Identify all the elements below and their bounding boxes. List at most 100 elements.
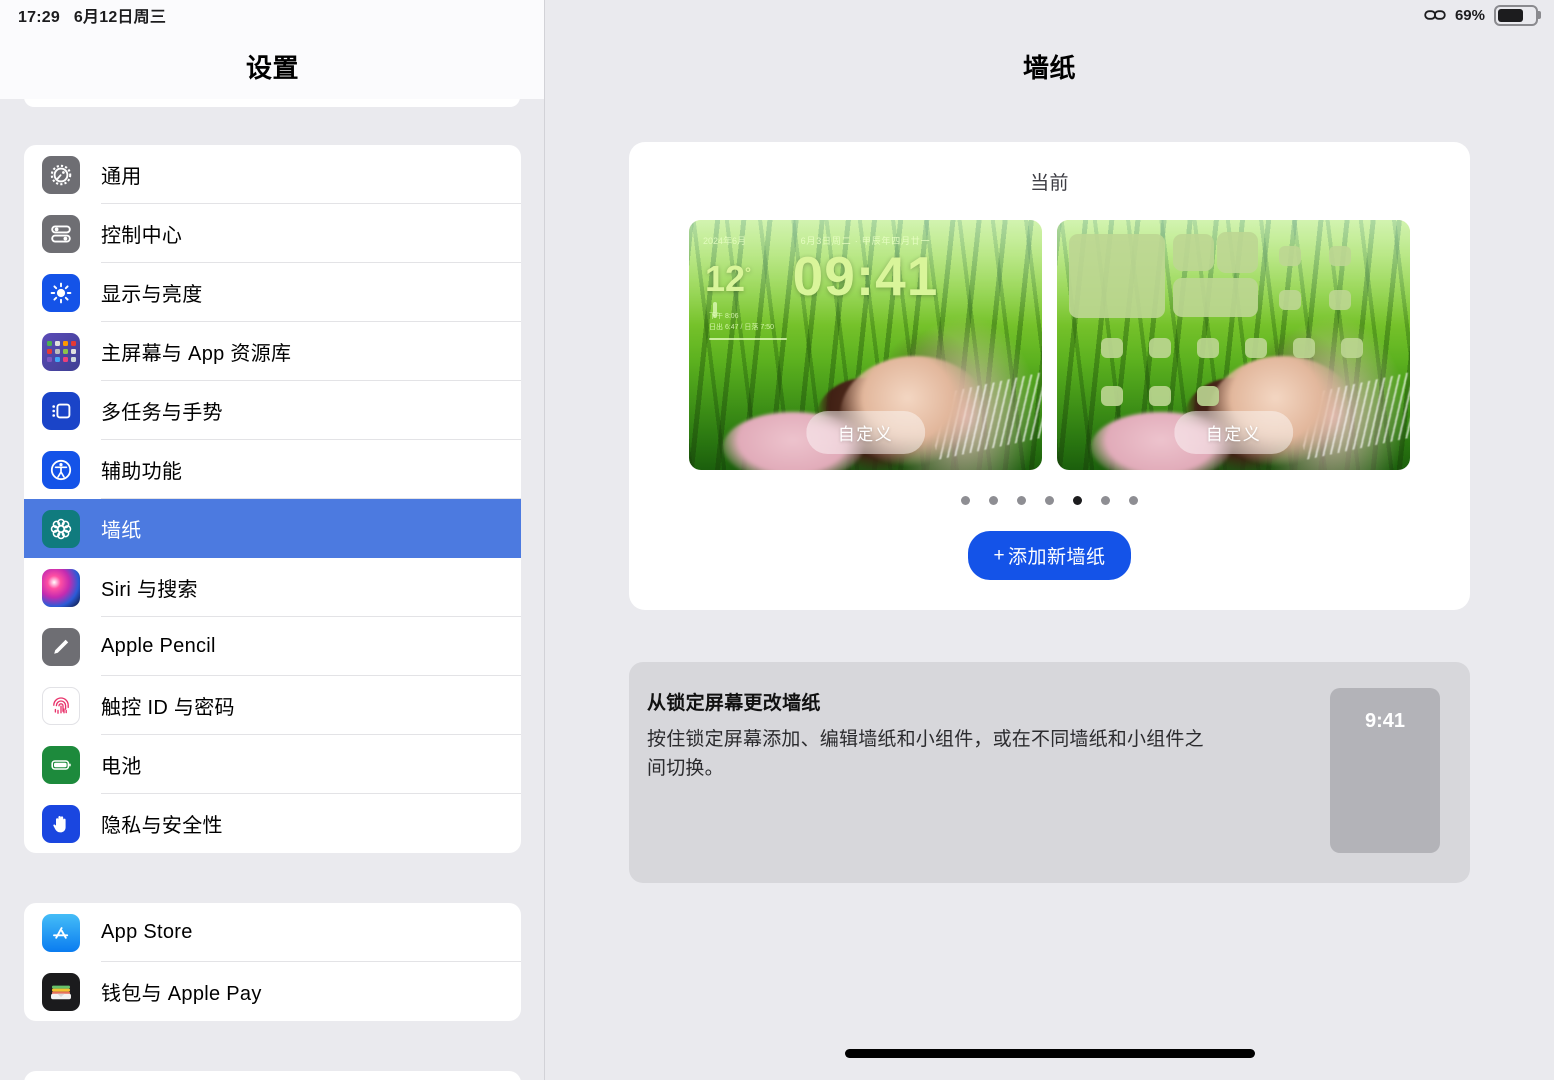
sidebar-item-siri[interactable]: Siri 与搜索	[24, 558, 521, 617]
sidebar-item-wallpaper[interactable]: 墙纸	[24, 499, 521, 558]
current-caption: 当前	[1030, 173, 1069, 194]
sidebar-item-general[interactable]: 通用	[24, 145, 521, 204]
sidebar-item-label: 显示与亮度	[101, 263, 521, 322]
sidebar-item-accessibility[interactable]: 辅助功能	[24, 440, 521, 499]
sidebar-item-wallet[interactable]: 钱包与 Apple Pay	[24, 962, 521, 1021]
info-description: 按住锁定屏幕添加、编辑墙纸和小组件，或在不同墙纸和小组件之间切换。	[647, 729, 1204, 780]
app-placeholder	[1101, 338, 1123, 358]
sidebar-group-system: 通用 控制中心 显示与亮度 主屏幕与 App 资源库 多任务与手势 辅助功能 墙…	[24, 145, 521, 853]
pencil-icon	[42, 627, 80, 666]
sidebar-item-multitasking[interactable]: 多任务与手势	[24, 381, 521, 440]
sidebar-item-privacy[interactable]: 隐私与安全性	[24, 794, 521, 853]
sidebar-item-touch-id[interactable]: 触控 ID 与密码	[24, 676, 521, 735]
home-screen-preview[interactable]: 自定义	[1057, 220, 1410, 470]
sidebar-item-label: 多任务与手势	[101, 381, 521, 440]
widget-line-1: 下午 8:06	[709, 313, 739, 320]
page-dot-active[interactable]	[1073, 496, 1082, 505]
app-library-icon	[42, 332, 80, 371]
sidebar-group-services: App Store 钱包与 Apple Pay	[24, 903, 521, 1021]
sidebar-item-app-store[interactable]: App Store	[24, 903, 521, 962]
sidebar-title: 设置	[245, 53, 299, 83]
sidebar-header: 设置	[0, 0, 544, 99]
widget-placeholder	[1173, 234, 1214, 271]
sidebar-item-label: 通用	[101, 145, 521, 204]
degree-symbol: °	[745, 265, 752, 282]
app-store-icon	[42, 913, 80, 952]
app-placeholder	[1245, 338, 1267, 358]
multitasking-icon	[42, 391, 80, 430]
sidebar-item-home-screen[interactable]: 主屏幕与 App 资源库	[24, 322, 521, 381]
sidebar-item-apple-pencil[interactable]: Apple Pencil	[24, 617, 521, 676]
app-placeholder	[1149, 386, 1171, 406]
sidebar-item-control-center[interactable]: 控制中心	[24, 204, 521, 263]
gear-icon	[42, 155, 80, 194]
sidebar-item-label: 钱包与 Apple Pay	[101, 983, 262, 1005]
battery-icon	[42, 745, 80, 784]
sidebar-item-label: 隐私与安全性	[101, 815, 223, 837]
app-placeholder	[1197, 338, 1219, 358]
app-placeholder	[1329, 290, 1351, 310]
sidebar-item-label: 电池	[101, 735, 521, 794]
page-dot[interactable]	[1101, 496, 1110, 505]
accessibility-icon	[42, 450, 80, 489]
add-new-wallpaper-button[interactable]: + 添加新墙纸	[968, 531, 1131, 580]
device-clock: 9:41	[1364, 710, 1406, 732]
page-dot[interactable]	[1017, 496, 1026, 505]
app-placeholder	[1329, 246, 1351, 266]
ipad-settings-screen: 设置 通用 控制中心 显示与亮度 主屏幕与 App 资源库 多任务与手势 辅助功…	[0, 0, 1554, 1080]
main-header: 墙纸	[545, 0, 1554, 99]
home-indicator[interactable]	[844, 1049, 1255, 1058]
page-dot[interactable]	[1045, 496, 1054, 505]
plus-icon: +	[993, 544, 1006, 566]
current-wallpaper-card: 当前 2024年6月 6月3日周二 · 甲辰年四月廿一 09:41 12° 下午…	[629, 142, 1470, 610]
app-placeholder	[1293, 338, 1315, 358]
app-placeholder	[1341, 338, 1363, 358]
privacy-hand-icon	[42, 804, 80, 843]
app-grid-dots	[46, 341, 76, 362]
app-placeholder	[1279, 290, 1301, 310]
home-customize-button[interactable]: 自定义	[1173, 411, 1294, 454]
wallpaper-previews: 2024年6月 6月3日周二 · 甲辰年四月廿一 09:41 12° 下午 8:…	[629, 220, 1470, 470]
add-button-label: 添加新墙纸	[1008, 547, 1106, 568]
sidebar-scroll-area[interactable]: 通用 控制中心 显示与亮度 主屏幕与 App 资源库 多任务与手势 辅助功能 墙…	[0, 87, 544, 1080]
app-placeholder	[1101, 386, 1123, 406]
device-mockup: 9:41	[1330, 688, 1440, 853]
wallet-icon	[42, 972, 80, 1011]
lock-widget: 下午 8:06 日出 6:47 / 日落 7:50	[709, 312, 801, 340]
sidebar-item-label: 触控 ID 与密码	[101, 676, 521, 735]
widget-placeholder	[1069, 234, 1165, 318]
page-title: 墙纸	[1022, 53, 1076, 83]
sidebar-item-label: App Store	[101, 903, 521, 962]
info-title: 从锁定屏幕更改墙纸	[647, 693, 821, 714]
lock-screen-preview[interactable]: 2024年6月 6月3日周二 · 甲辰年四月廿一 09:41 12° 下午 8:…	[689, 220, 1042, 470]
wallpaper-icon	[42, 509, 80, 548]
sidebar-item-label: 控制中心	[101, 204, 521, 263]
brightness-icon	[42, 273, 80, 312]
sidebar-item-display-brightness[interactable]: 显示与亮度	[24, 263, 521, 322]
lock-temperature: 12°	[705, 258, 751, 300]
sidebar-item-battery[interactable]: 电池	[24, 735, 521, 794]
add-wallpaper-row: + 添加新墙纸	[629, 531, 1470, 580]
sidebar-item-partial[interactable]	[24, 1071, 521, 1080]
temperature-value: 12	[705, 258, 746, 299]
widget-bar	[709, 338, 787, 340]
page-dot[interactable]	[1129, 496, 1138, 505]
widget-line-2: 日出 6:47 / 日落 7:50	[709, 323, 774, 331]
app-placeholder	[1149, 338, 1171, 358]
sidebar-item-label: 墙纸	[101, 519, 142, 542]
page-dot[interactable]	[989, 496, 998, 505]
siri-icon	[42, 568, 80, 607]
widget-placeholder	[1217, 232, 1258, 273]
page-dot[interactable]	[961, 496, 970, 505]
sidebar-item-label: 主屏幕与 App 资源库	[101, 322, 521, 381]
sidebar-item-label: Apple Pencil	[101, 617, 521, 676]
sidebar-item-label: 辅助功能	[101, 440, 521, 499]
control-center-icon	[42, 214, 80, 253]
wallpaper-page-dots[interactable]	[629, 496, 1470, 505]
app-placeholder	[1279, 246, 1301, 266]
lock-customize-button[interactable]: 自定义	[805, 411, 926, 454]
sidebar-group-next	[24, 1071, 521, 1080]
sidebar-item-label: Siri 与搜索	[101, 558, 521, 617]
info-text-block: 从锁定屏幕更改墙纸 按住锁定屏幕添加、编辑墙纸和小组件，或在不同墙纸和小组件之间…	[647, 688, 1314, 784]
lock-screen-info-card: 从锁定屏幕更改墙纸 按住锁定屏幕添加、编辑墙纸和小组件，或在不同墙纸和小组件之间…	[629, 662, 1470, 883]
